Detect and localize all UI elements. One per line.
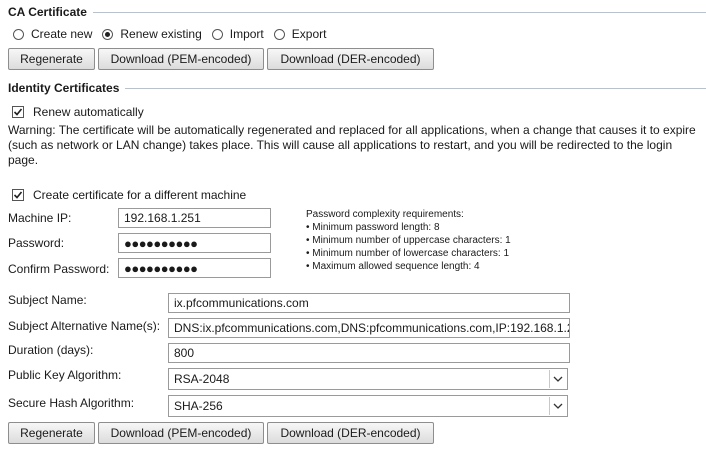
checkmark-icon	[13, 108, 23, 116]
password-requirements-title: Password complexity requirements:	[306, 209, 464, 220]
radio-button-icon[interactable]	[13, 28, 24, 40]
chevron-down-icon[interactable]	[549, 397, 566, 415]
radio-create-new[interactable]: Create new	[13, 27, 92, 41]
identity-download-pem-button[interactable]: Download (PEM-encoded)	[98, 422, 264, 444]
machine-ip-label: Machine IP:	[8, 211, 72, 225]
requirement-item: • Maximum allowed sequence length: 4	[306, 261, 480, 272]
renew-automatically-checkbox[interactable]	[12, 106, 24, 118]
duration-label: Duration (days):	[8, 343, 94, 357]
requirement-item: • Minimum number of lowercase characters…	[306, 248, 510, 259]
radio-import[interactable]: Import	[211, 27, 264, 41]
radio-export[interactable]: Export	[273, 27, 326, 41]
public-key-algorithm-label: Public Key Algorithm:	[8, 368, 122, 382]
checkmark-icon	[13, 191, 23, 199]
secure-hash-algorithm-label: Secure Hash Algorithm:	[8, 396, 135, 410]
machine-ip-input[interactable]: 192.168.1.251	[118, 208, 271, 228]
radio-renew-existing[interactable]: Renew existing	[102, 27, 202, 41]
radio-button-icon[interactable]	[211, 28, 223, 40]
identity-download-der-button[interactable]: Download (DER-encoded)	[267, 422, 434, 444]
chevron-down-icon[interactable]	[549, 370, 566, 388]
different-machine-row[interactable]: Create certificate for a different machi…	[12, 188, 246, 202]
requirement-item: • Minimum password length: 8	[306, 222, 440, 233]
different-machine-checkbox[interactable]	[12, 189, 24, 201]
subject-alt-names-input[interactable]: DNS:ix.pfcommunications.com,DNS:pfcommun…	[168, 318, 570, 338]
requirement-item: • Minimum number of uppercase characters…	[306, 235, 511, 246]
renew-automatically-row[interactable]: Renew automatically	[12, 105, 144, 119]
duration-input[interactable]: 800	[168, 343, 570, 363]
ca-regenerate-button[interactable]: Regenerate	[8, 48, 95, 70]
ca-download-der-button[interactable]: Download (DER-encoded)	[267, 48, 434, 70]
secure-hash-algorithm-select[interactable]: SHA-256	[168, 395, 568, 417]
subject-name-input[interactable]: ix.pfcommunications.com	[168, 293, 570, 313]
password-label: Password:	[8, 236, 65, 250]
subject-name-label: Subject Name:	[8, 293, 87, 307]
renew-warning-text: Warning: The certificate will be automat…	[8, 123, 696, 167]
ca-mode-radio-group: Create new Renew existing Import Export	[13, 27, 336, 41]
ca-download-pem-button[interactable]: Download (PEM-encoded)	[98, 48, 264, 70]
subject-alt-names-label: Subject Alternative Name(s):	[8, 319, 161, 333]
ca-certificate-title: CA Certificate	[8, 5, 706, 19]
confirm-password-label: Confirm Password:	[8, 262, 110, 276]
identity-certificates-title: Identity Certificates	[8, 81, 706, 95]
radio-button-selected-icon[interactable]	[102, 28, 114, 40]
confirm-password-input[interactable]: ●●●●●●●●●●	[118, 258, 271, 278]
public-key-algorithm-select[interactable]: RSA-2048	[168, 368, 568, 390]
password-input[interactable]: ●●●●●●●●●●	[118, 233, 271, 253]
identity-regenerate-button[interactable]: Regenerate	[8, 422, 95, 444]
section-divider	[92, 12, 706, 13]
password-requirements: Password complexity requirements: • Mini…	[306, 208, 511, 273]
radio-button-icon[interactable]	[273, 28, 285, 40]
section-divider	[125, 88, 706, 89]
